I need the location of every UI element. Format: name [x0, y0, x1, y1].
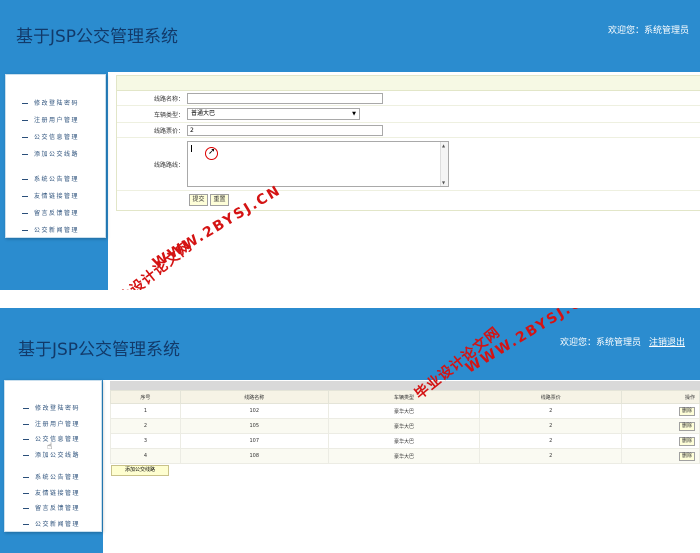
cell-fare: 2 [479, 403, 623, 419]
sidebar-item-change-password[interactable]: 修改登陆密码 [22, 95, 105, 112]
table-row: 4 108 豪华大巴 2 删除 [110, 448, 700, 464]
sidebar-item-announcements[interactable]: 系统公告管理 [23, 470, 101, 486]
fare-label: 线路票价： [153, 128, 184, 135]
delete-button[interactable]: 删除 [678, 406, 695, 416]
cell-name: 105 [179, 418, 329, 434]
bus-table-container: 序号 线路名称 车辆类型 线路票价 操作 1 102 豪华大巴 2 删除 2 1 [110, 381, 700, 464]
header: 基于JSP公交管理系统 欢迎您：系统管理员 注销退出 [0, 308, 700, 380]
sidebar-item-users[interactable]: 注册用户管理 [23, 417, 101, 433]
cell-action: 删除 [621, 418, 700, 434]
vehicle-type-value: 普通大巴 [191, 110, 216, 117]
add-route-form: 线路名称： 车辆类型： 普通大巴 ▼ 线路票价： 2 线路路线： ▲ ▼ ➚ 提… [116, 75, 700, 211]
welcome-text: 欢迎您：系统管理员 [608, 23, 689, 36]
sidebar-item-feedback[interactable]: 留言反馈管理 [22, 205, 105, 222]
sidebar-item-change-password[interactable]: 修改登陆密码 [23, 401, 101, 417]
screenshot-add-route: 基于JSP公交管理系统 欢迎您：系统管理员 修改登陆密码 注册用户管理 公交信息… [0, 0, 700, 290]
table-header-row: 序号 线路名称 车辆类型 线路票价 操作 [110, 390, 700, 404]
sidebar-item-links[interactable]: 友情链接管理 [23, 486, 101, 502]
sidebar: 修改登陆密码 注册用户管理 公交信息管理 添加公交线路 系统公告管理 友情链接管… [5, 74, 106, 238]
reset-button[interactable]: 重置 [210, 194, 229, 206]
sidebar-item-announcements[interactable]: 系统公告管理 [22, 171, 105, 188]
cell-no: 2 [110, 418, 181, 434]
route-name-input[interactable] [187, 93, 383, 104]
logout-link[interactable]: 注销退出 [649, 338, 685, 348]
delete-button[interactable]: 删除 [678, 451, 695, 461]
welcome-text: 欢迎您：系统管理员 注销退出 [560, 335, 685, 348]
submit-button[interactable]: 提交 [189, 194, 208, 206]
col-header-action: 操作 [621, 390, 700, 404]
form-header-bar [117, 76, 700, 91]
cell-action: 删除 [621, 448, 700, 464]
row-fare: 线路票价： 2 [117, 123, 700, 138]
cell-type: 豪华大巴 [327, 418, 481, 434]
table-row: 2 105 豪华大巴 2 删除 [110, 418, 700, 434]
col-header-type: 车辆类型 [327, 390, 481, 404]
delete-button[interactable]: 删除 [678, 421, 695, 431]
sidebar-item-news[interactable]: 公交新闻管理 [23, 517, 101, 533]
cell-name: 102 [179, 403, 329, 419]
textarea-scrollbar[interactable]: ▲ ▼ [440, 142, 448, 186]
cell-action: 删除 [621, 403, 700, 419]
cell-no: 3 [110, 433, 181, 449]
row-route-name: 线路名称： [117, 91, 700, 106]
row-buttons: 提交 重置 [117, 191, 700, 209]
text-caret [191, 145, 192, 152]
watermark-name: 毕业设计论文网 [103, 238, 196, 290]
vehicle-type-select[interactable]: 普通大巴 ▼ [187, 108, 360, 120]
fare-input[interactable]: 2 [187, 125, 383, 136]
welcome-label: 欢迎您：系统管理员 [608, 26, 690, 36]
hand-pointer-icon: ☝ [47, 442, 53, 452]
scroll-down-icon[interactable]: ▼ [442, 180, 445, 185]
cell-no: 1 [110, 403, 181, 419]
route-name-label: 线路名称： [153, 96, 184, 103]
table-row: 1 102 豪华大巴 2 删除 [110, 403, 700, 419]
sidebar-item-add-route[interactable]: 添加公交线路 [22, 146, 105, 163]
cell-name: 108 [179, 448, 329, 464]
screenshot-separator [0, 290, 700, 308]
row-vehicle-type: 车辆类型： 普通大巴 ▼ [117, 106, 700, 123]
col-header-name: 线路名称 [179, 390, 329, 404]
vehicle-type-label: 车辆类型： [153, 112, 184, 119]
sidebar-item-users[interactable]: 注册用户管理 [22, 112, 105, 129]
cell-fare: 2 [479, 418, 623, 434]
cell-name: 107 [179, 433, 329, 449]
sidebar-item-bus-info[interactable]: 公交信息管理 [22, 129, 105, 146]
cell-action: 删除 [621, 433, 700, 449]
screenshot-bus-list: 基于JSP公交管理系统 欢迎您：系统管理员 注销退出 修改登陆密码 注册用户管理 … [0, 308, 700, 553]
welcome-label: 欢迎您：系统管理员 [560, 338, 642, 348]
sidebar-item-feedback[interactable]: 留言反馈管理 [23, 501, 101, 517]
col-header-fare: 线路票价 [479, 390, 623, 404]
route-path-label: 线路路线： [153, 162, 184, 169]
chevron-down-icon: ▼ [352, 111, 356, 117]
cell-no: 4 [110, 448, 181, 464]
route-path-textarea[interactable]: ▲ ▼ [187, 141, 449, 187]
cell-type: 豪华大巴 [327, 403, 481, 419]
bus-route-table: 序号 线路名称 车辆类型 线路票价 操作 1 102 豪华大巴 2 删除 2 1 [110, 390, 700, 464]
table-top-bar [110, 381, 700, 390]
header: 基于JSP公交管理系统 欢迎您：系统管理员 [0, 0, 700, 72]
scroll-up-icon[interactable]: ▲ [442, 143, 445, 148]
system-title: 基于JSP公交管理系统 [18, 340, 181, 360]
sidebar-item-news[interactable]: 公交新闻管理 [22, 222, 105, 239]
delete-button[interactable]: 删除 [678, 436, 695, 446]
table-row: 3 107 豪华大巴 2 删除 [110, 433, 700, 449]
system-title: 基于JSP公交管理系统 [16, 27, 179, 47]
cell-type: 豪华大巴 [327, 448, 481, 464]
cell-fare: 2 [479, 448, 623, 464]
sidebar-item-links[interactable]: 友情链接管理 [22, 188, 105, 205]
cell-fare: 2 [479, 433, 623, 449]
row-route-path: 线路路线： ▲ ▼ ➚ [117, 138, 700, 191]
mouse-pointer-icon: ➚ [208, 147, 216, 157]
col-header-no: 序号 [110, 390, 181, 404]
sidebar-item-bus-info[interactable]: 公交信息管理 [23, 432, 101, 448]
add-route-button[interactable]: 添加公交线路 [111, 465, 169, 476]
cell-type: 豪华大巴 [327, 433, 481, 449]
sidebar-item-add-route[interactable]: 添加公交线路 [23, 448, 101, 464]
sidebar: 修改登陆密码 注册用户管理 公交信息管理 添加公交线路 系统公告管理 友情链接管… [4, 380, 102, 532]
